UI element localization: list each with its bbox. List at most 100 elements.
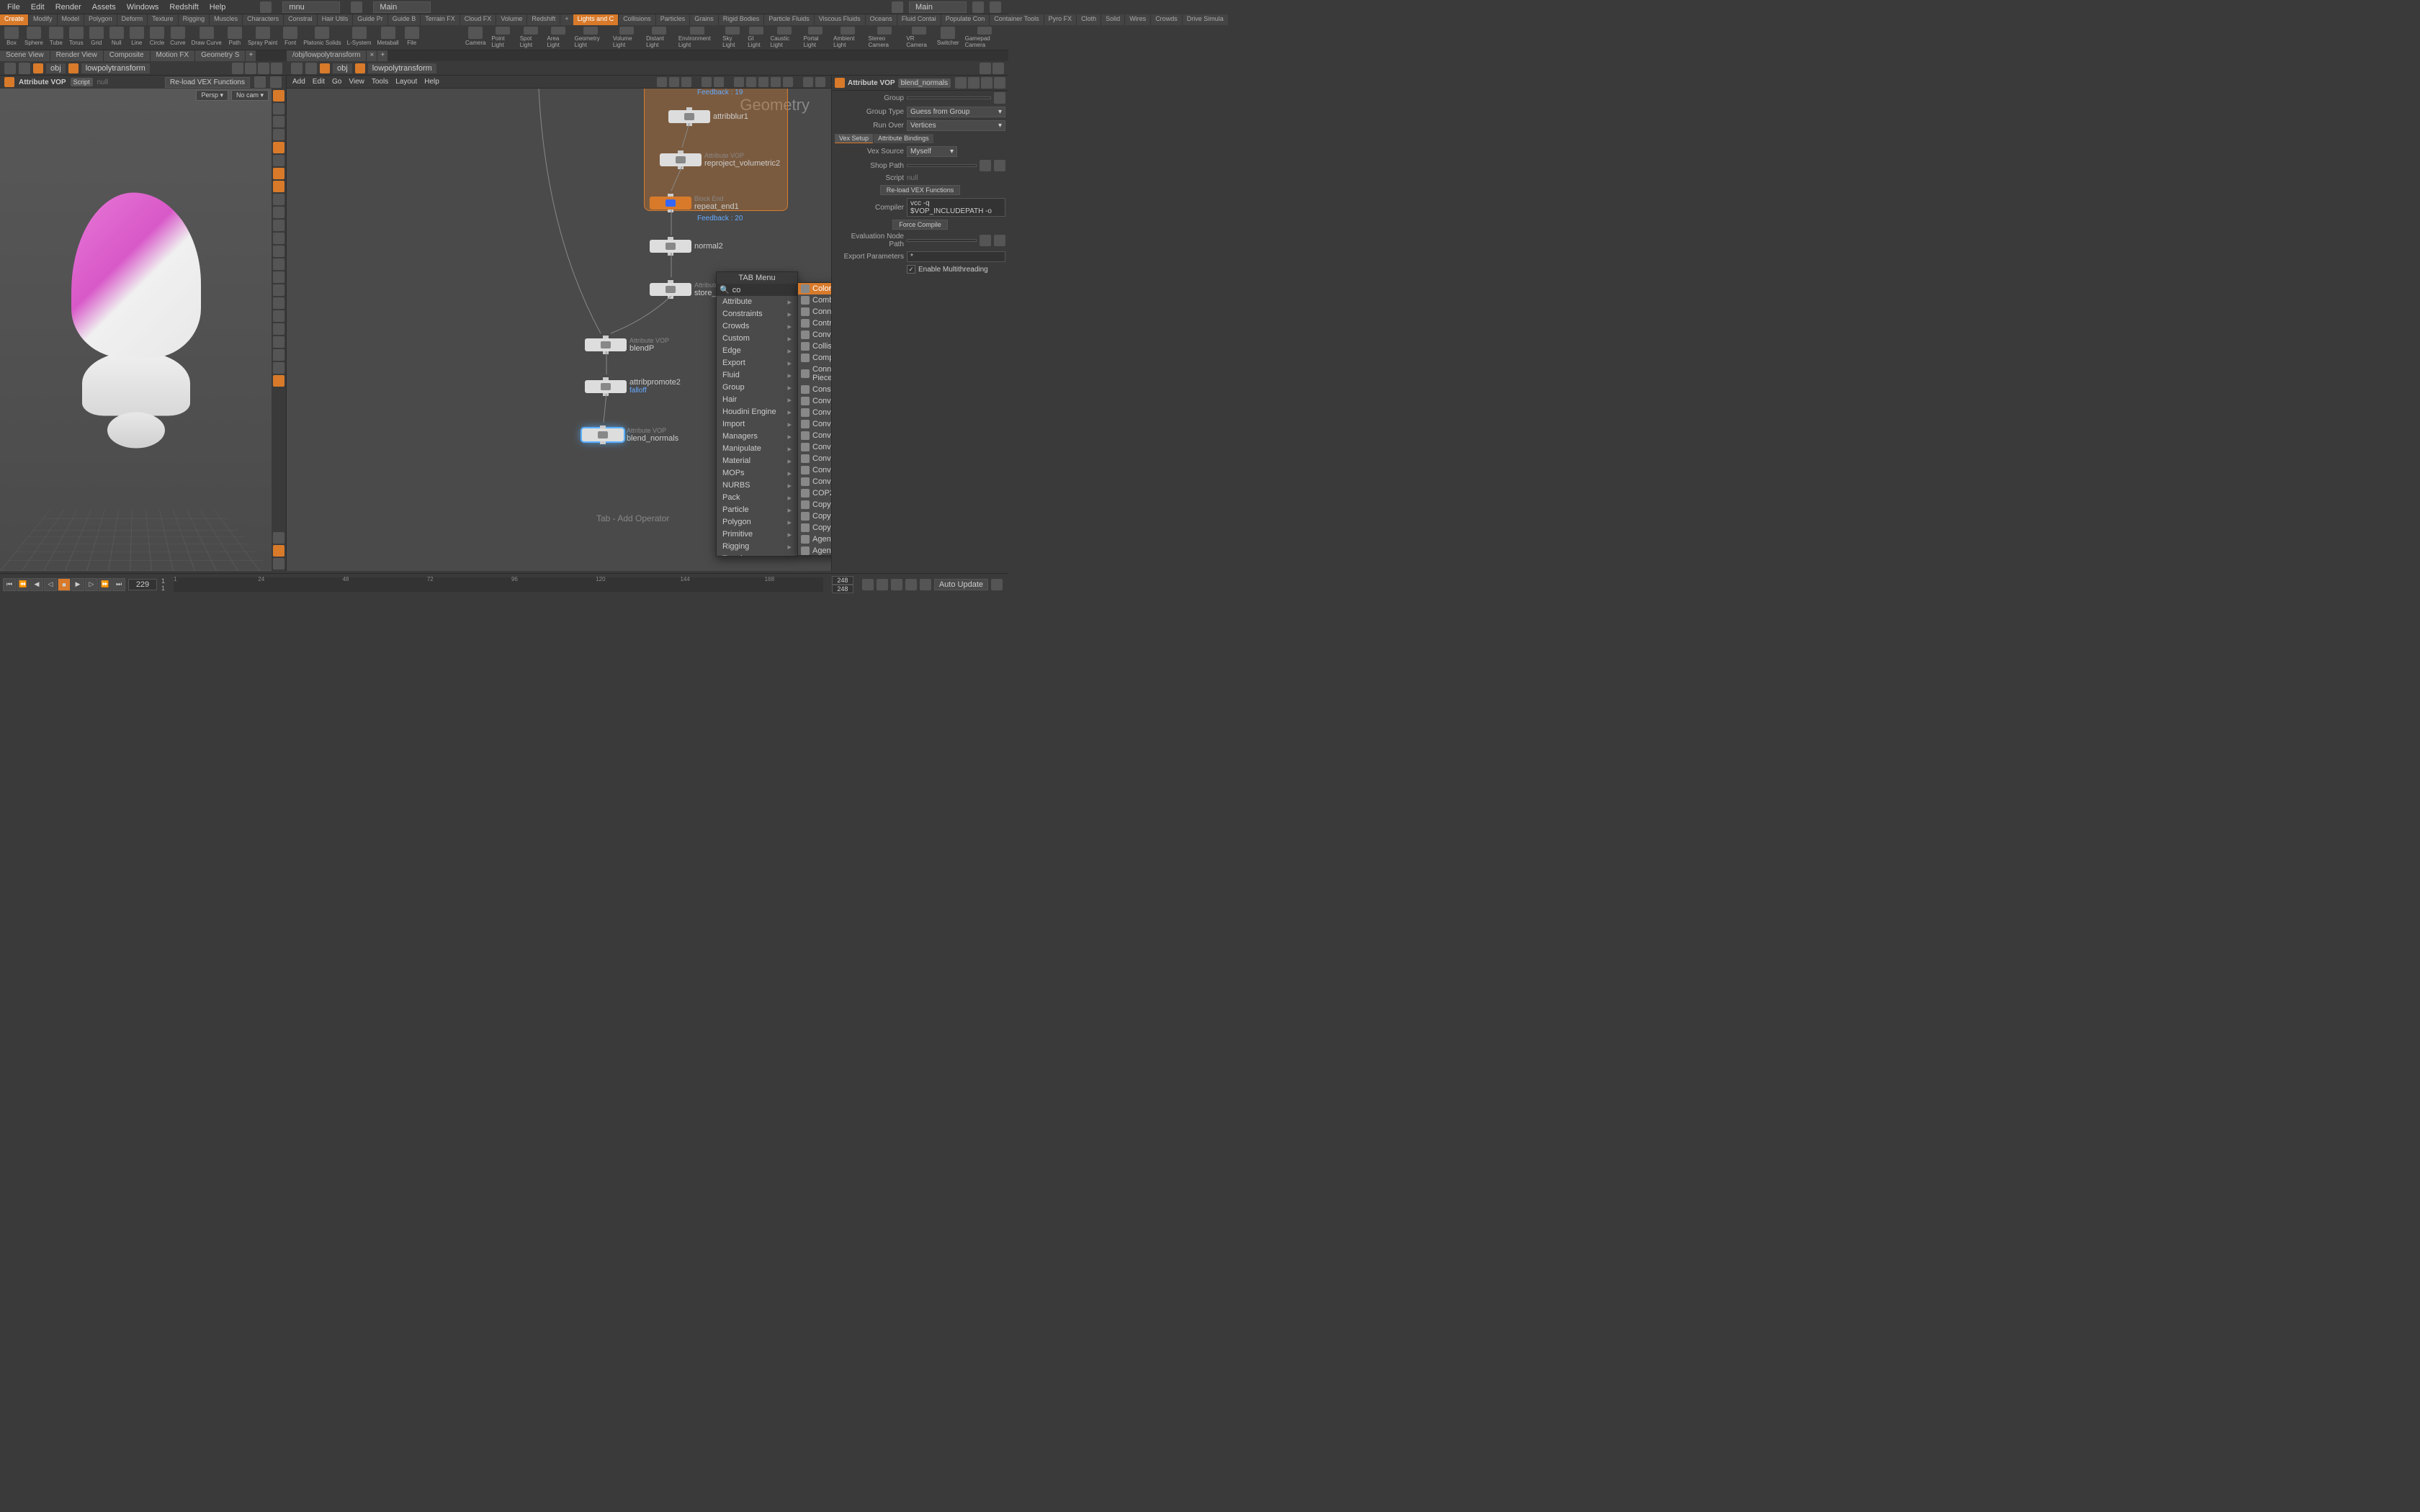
vt-btn-8-icon[interactable] <box>273 194 284 205</box>
menu-windows[interactable]: Windows <box>127 3 159 12</box>
param-gear-icon[interactable] <box>955 77 967 89</box>
shelf-a-characters[interactable]: Characters <box>243 14 283 25</box>
menu-render[interactable]: Render <box>55 3 81 12</box>
tool-tube[interactable]: Tube <box>49 27 63 48</box>
persp-dropdown[interactable]: Persp ▾ <box>196 90 228 101</box>
reload-vex-functions-button[interactable]: Re-load VEX Functions <box>880 185 961 195</box>
shelf-a-texture[interactable]: Texture <box>148 14 178 25</box>
tabmenu-result-agent-collision-layer[interactable]: Agent Collision Layer <box>798 534 831 545</box>
tl-first-icon[interactable]: ⏮ <box>3 578 16 591</box>
tabmenu-cat-mops[interactable]: MOPs▸ <box>717 467 797 480</box>
tabmenu-result-connectivity[interactable]: Connectivity <box>798 306 831 318</box>
tab-search-input[interactable] <box>732 286 798 294</box>
tabmenu-result-copy-stamp[interactable]: Copy Stamp <box>798 510 831 522</box>
tabmenu-cat-custom[interactable]: Custom▸ <box>717 333 797 345</box>
tool-distant-light[interactable]: Distant Light <box>646 27 673 48</box>
tool-font[interactable]: Font <box>283 27 297 48</box>
shelf-b-wires[interactable]: Wires <box>1125 14 1150 25</box>
net-tb-search-icon[interactable] <box>803 77 813 87</box>
tabmenu-cat-export[interactable]: Export▸ <box>717 357 797 369</box>
lefttab-scene-view[interactable]: Scene View <box>0 50 50 61</box>
tool-draw-curve[interactable]: Draw Curve <box>192 27 222 48</box>
export-input[interactable]: * <box>907 251 1005 262</box>
tabmenu-result-convert-volume[interactable]: Convert Volume <box>798 464 831 476</box>
tl-ico-6[interactable] <box>991 579 1003 590</box>
tl-next-key-icon[interactable]: ⏩ <box>99 578 112 591</box>
tool-portal-light[interactable]: Portal Light <box>804 27 828 48</box>
vt-btn-20-icon[interactable] <box>273 349 284 361</box>
vt-btn-3-icon[interactable] <box>273 129 284 140</box>
node-attribpromote2[interactable]: attribpromote2falloff <box>585 378 681 395</box>
shelf-b-oceans[interactable]: Oceans <box>866 14 897 25</box>
tabmenu-cat-terrain[interactable]: Terrain▸ <box>717 553 797 557</box>
lefttab-motion-fx[interactable]: Motion FX <box>151 50 196 61</box>
reload-vex-button[interactable]: Re-load VEX Functions <box>165 77 250 88</box>
tabmenu-result-color[interactable]: Color <box>798 283 831 294</box>
net-tb-help-icon[interactable] <box>815 77 825 87</box>
vt-btn-7-icon[interactable] <box>273 181 284 192</box>
path-lowpoly[interactable]: lowpolytransform <box>81 63 150 73</box>
tool-l-system[interactable]: L-System <box>347 27 372 48</box>
vt-btn-14-icon[interactable] <box>273 271 284 283</box>
node-attribblur1[interactable]: attribblur1 <box>668 110 748 123</box>
tl-ico-5[interactable] <box>920 579 931 590</box>
vt-btn-18-icon[interactable] <box>273 323 284 335</box>
vt-btn-2-icon[interactable] <box>273 116 284 127</box>
net-pin-icon[interactable] <box>980 63 991 74</box>
tabmenu-cat-particle[interactable]: Particle▸ <box>717 504 797 516</box>
tool-sphere[interactable]: Sphere <box>24 27 43 48</box>
vexsource-select[interactable]: Myself▾ <box>907 146 957 157</box>
shelf-b-collisions[interactable]: Collisions <box>619 14 655 25</box>
node-blend-normals[interactable]: Attribute VOPblend_normals <box>582 427 678 443</box>
vt-btn-13-icon[interactable] <box>273 258 284 270</box>
net-menu-add[interactable]: Add <box>292 78 305 86</box>
scene-viewport[interactable]: Persp ▾ No cam ▾ <box>0 89 272 571</box>
tabmenu-cat-constraints[interactable]: Constraints▸ <box>717 308 797 320</box>
tabmenu-result-convert-vdb[interactable]: Convert VDB <box>798 441 831 453</box>
param-h-icon[interactable] <box>968 77 980 89</box>
shelf-b-populate-con[interactable]: Populate Con <box>941 14 990 25</box>
lefttab-geometry-s[interactable]: Geometry S <box>195 50 246 61</box>
runover-select[interactable]: Vertices▾ <box>907 120 1005 131</box>
shelf-b-container-tools[interactable]: Container Tools <box>990 14 1043 25</box>
tool-spray-paint[interactable]: Spray Paint <box>248 27 277 48</box>
group-input[interactable] <box>907 96 991 99</box>
tool-point-light[interactable]: Point Light <box>491 27 514 48</box>
tool-switcher[interactable]: Switcher <box>937 27 959 48</box>
vt-btn-10-icon[interactable] <box>273 220 284 231</box>
param-i-icon[interactable] <box>994 77 1005 89</box>
shelf-b-solid[interactable]: Solid <box>1101 14 1124 25</box>
tabmenu-result-convert-tets[interactable]: Convert Tets <box>798 430 831 441</box>
lefttab-add[interactable]: + <box>246 50 256 61</box>
shelf-b-crowds[interactable]: Crowds <box>1151 14 1182 25</box>
tabmenu-cat-polygon[interactable]: Polygon▸ <box>717 516 797 528</box>
tl-step-fwd-icon[interactable]: ▷ <box>85 578 98 591</box>
left-head-help-icon[interactable] <box>254 76 266 88</box>
tabmenu-result-convert-line[interactable]: Convert Line <box>798 407 831 418</box>
tabmenu-cat-hair[interactable]: Hair▸ <box>717 394 797 406</box>
shelf-a-guide pr[interactable]: Guide Pr <box>353 14 387 25</box>
tool-gi-light[interactable]: GI Light <box>748 27 764 48</box>
tool-line[interactable]: Line <box>130 27 144 48</box>
tabmenu-result-cop2-network[interactable]: COP2 Network <box>798 487 831 499</box>
tabmenu-result-convert-heightfield[interactable]: Convert HeightField <box>798 395 831 407</box>
shelf-a-volume[interactable]: Volume <box>496 14 526 25</box>
shelf-a-modify[interactable]: Modify <box>29 14 57 25</box>
net-menu-help[interactable]: Help <box>424 78 439 86</box>
node-blendp[interactable]: Attribute VOPblendP <box>585 337 669 353</box>
menu-edit[interactable]: Edit <box>31 3 45 12</box>
path-back-icon[interactable] <box>4 63 16 74</box>
tabmenu-cat-material[interactable]: Material▸ <box>717 455 797 467</box>
shelf-a-rigging[interactable]: Rigging <box>179 14 210 25</box>
net-tb-5-icon[interactable] <box>714 77 724 87</box>
tl-last-icon[interactable]: ⏭ <box>112 578 125 591</box>
net-tb-6-icon[interactable] <box>734 77 744 87</box>
tool-file[interactable]: File <box>405 27 419 48</box>
tl-ico-3[interactable] <box>891 579 902 590</box>
tabmenu-result-convert[interactable]: Convert <box>798 329 831 341</box>
tabmenu-cat-pack[interactable]: Pack▸ <box>717 492 797 504</box>
shelf-a-constrai[interactable]: Constrai <box>284 14 317 25</box>
right-main-selector[interactable]: Main <box>909 1 967 13</box>
help-icon[interactable] <box>990 1 1001 13</box>
path-opt3-icon[interactable] <box>271 63 282 74</box>
